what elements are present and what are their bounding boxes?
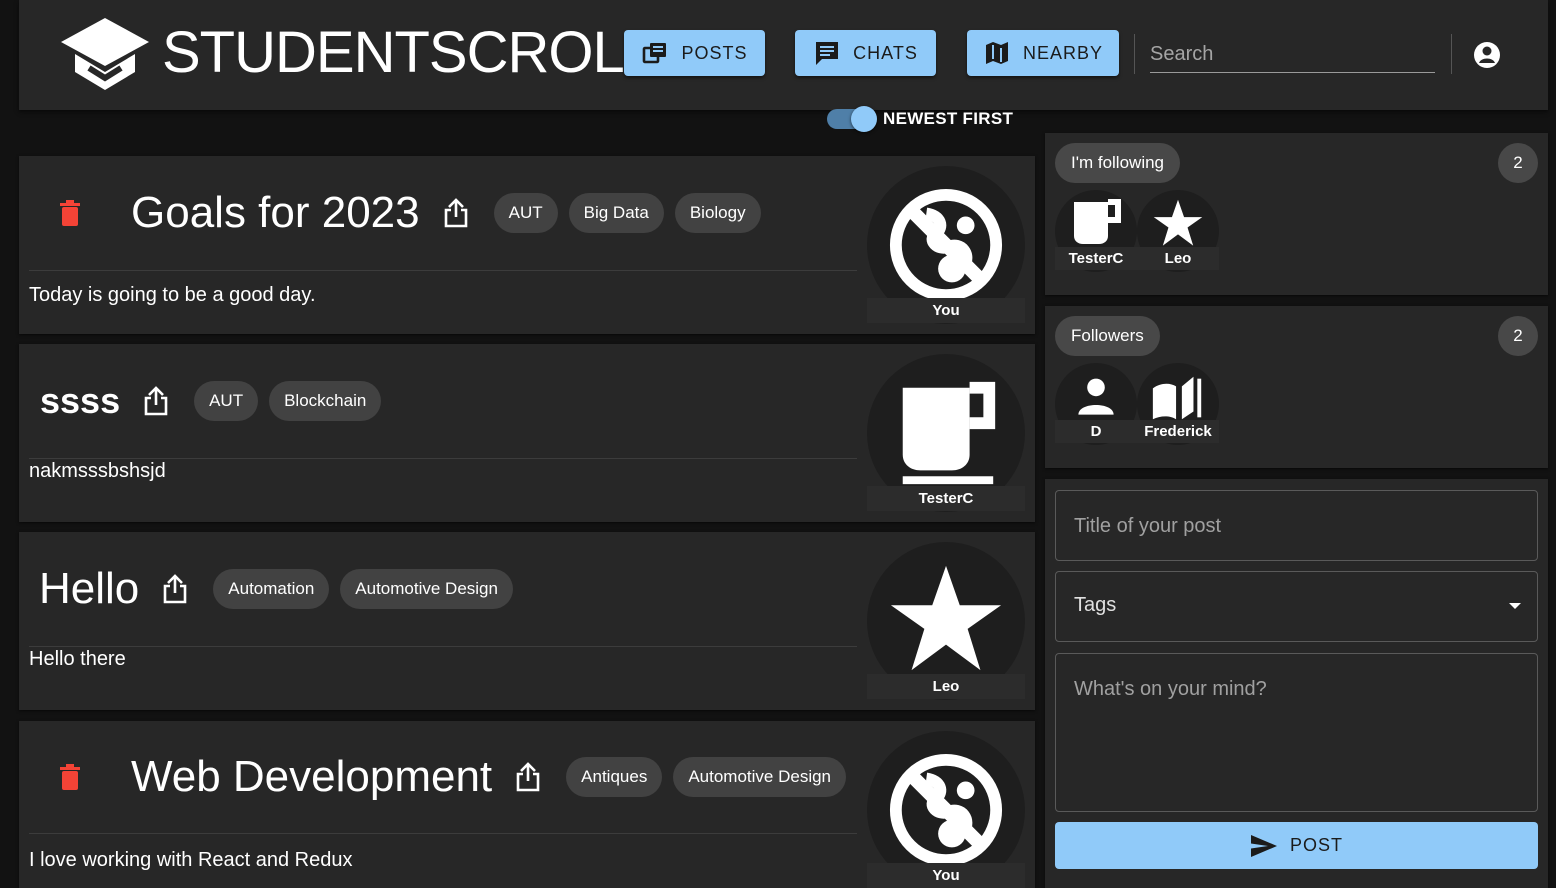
map-icon bbox=[985, 42, 1008, 64]
post-title: Goals for 2023 bbox=[131, 188, 420, 237]
share-icon[interactable] bbox=[142, 386, 170, 416]
toggle-switch[interactable] bbox=[827, 106, 877, 132]
nearby-button[interactable]: NEARBY bbox=[967, 30, 1119, 76]
post-card: Goals for 2023 AUT Big Data Biology Toda… bbox=[19, 156, 1035, 334]
tag-chip[interactable]: Automotive Design bbox=[673, 757, 847, 797]
toggle-thumb bbox=[851, 106, 877, 132]
post-body: Today is going to be a good day. bbox=[29, 284, 316, 306]
delete-icon[interactable] bbox=[59, 200, 81, 226]
graduation-cap-icon bbox=[61, 18, 149, 90]
follower-user[interactable]: Frederick bbox=[1137, 363, 1219, 445]
following-user-name: Leo bbox=[1137, 247, 1219, 270]
globe-off-icon bbox=[889, 188, 1003, 302]
following-user[interactable]: Leo bbox=[1137, 190, 1219, 272]
post-title: Web Development bbox=[131, 752, 493, 801]
title-placeholder: Title of your post bbox=[1074, 515, 1222, 537]
search-input[interactable] bbox=[1150, 36, 1435, 72]
posts-label: POSTS bbox=[681, 42, 748, 63]
divider bbox=[1134, 34, 1135, 74]
posts-button[interactable]: POSTS bbox=[624, 30, 765, 76]
send-icon bbox=[1250, 834, 1277, 857]
dropdown-arrow-icon bbox=[1509, 603, 1521, 609]
post-card: ssss AUT Blockchain nakmsssbshsjd Tester… bbox=[19, 344, 1035, 522]
followers-label: Followers bbox=[1055, 316, 1160, 356]
tags-select[interactable]: Tags bbox=[1055, 571, 1538, 642]
search-field[interactable] bbox=[1150, 36, 1435, 73]
following-user-name: TesterC bbox=[1055, 247, 1137, 270]
author-name: Leo bbox=[867, 674, 1025, 699]
author-name: You bbox=[867, 863, 1025, 888]
author-name: TesterC bbox=[867, 486, 1025, 511]
following-label: I'm following bbox=[1055, 143, 1181, 183]
posts-icon bbox=[643, 43, 667, 64]
post-header: Web Development Antiques Automotive Desi… bbox=[29, 721, 857, 834]
post-header: Goals for 2023 AUT Big Data Biology bbox=[29, 156, 857, 271]
submit-label: POST bbox=[1289, 835, 1343, 855]
coffee-icon bbox=[1074, 199, 1121, 244]
post-body: I love working with React and Redux bbox=[29, 849, 353, 871]
author-avatar[interactable]: TesterC bbox=[867, 354, 1025, 512]
post-card: Web Development Antiques Automotive Desi… bbox=[19, 721, 1035, 888]
chats-button[interactable]: CHATS bbox=[795, 30, 936, 76]
share-icon[interactable] bbox=[442, 198, 470, 228]
follower-user-name: D bbox=[1055, 420, 1137, 443]
tags-label: Tags bbox=[1074, 594, 1117, 616]
account-circle-icon[interactable] bbox=[1472, 40, 1502, 70]
toggle-label: NEWEST FIRST bbox=[883, 109, 1014, 128]
star-icon bbox=[890, 565, 1002, 671]
tag-chip[interactable]: AUT bbox=[194, 381, 259, 421]
app-title[interactable]: STUDENTSCROLL bbox=[162, 20, 656, 86]
tag-chip[interactable]: Biology bbox=[674, 193, 761, 233]
post-title-input[interactable]: Title of your post bbox=[1055, 490, 1538, 561]
post-header: Hello Automation Automotive Design bbox=[29, 532, 857, 647]
coffee-icon bbox=[902, 381, 996, 485]
post-card: Hello Automation Automotive Design Hello… bbox=[19, 532, 1035, 710]
newest-first-toggle[interactable]: NEWEST FIRST bbox=[827, 106, 1014, 132]
post-header: ssss AUT Blockchain bbox=[29, 344, 857, 459]
tag-chip[interactable]: Blockchain bbox=[269, 381, 382, 421]
follower-user-name: Frederick bbox=[1137, 420, 1219, 443]
author-avatar[interactable]: You bbox=[867, 166, 1025, 324]
following-count: 2 bbox=[1498, 143, 1538, 183]
chat-icon bbox=[816, 42, 839, 65]
post-body: Hello there bbox=[29, 648, 126, 670]
delete-icon[interactable] bbox=[59, 764, 81, 790]
tag-chip[interactable]: Automotive Design bbox=[340, 569, 513, 609]
star-icon bbox=[1153, 199, 1203, 246]
following-user[interactable]: TesterC bbox=[1055, 190, 1137, 272]
tag-chip[interactable]: AUT bbox=[493, 193, 558, 233]
body-placeholder: What's on your mind? bbox=[1074, 678, 1267, 700]
following-panel: I'm following 2 TesterC Leo bbox=[1045, 133, 1548, 295]
post-body: nakmsssbshsjd bbox=[29, 460, 166, 482]
followers-count: 2 bbox=[1498, 316, 1538, 356]
chats-label: CHATS bbox=[853, 42, 918, 63]
tag-chip[interactable]: Big Data bbox=[568, 193, 664, 233]
author-name: You bbox=[867, 298, 1025, 323]
post-title: ssss bbox=[40, 380, 121, 421]
tag-chip[interactable]: Antiques bbox=[566, 757, 663, 797]
follower-user[interactable]: D bbox=[1055, 363, 1137, 445]
tag-chip[interactable]: Automation bbox=[213, 569, 330, 609]
post-body-textarea[interactable]: What's on your mind? bbox=[1055, 653, 1538, 812]
app-bar: STUDENTSCROLL POSTS CHATS NEARBY bbox=[19, 0, 1548, 110]
author-avatar[interactable]: Leo bbox=[867, 542, 1025, 700]
divider bbox=[1451, 34, 1452, 74]
share-icon[interactable] bbox=[161, 574, 189, 604]
globe-off-icon bbox=[889, 753, 1003, 867]
person-icon bbox=[1078, 378, 1114, 415]
post-title: Hello bbox=[39, 564, 140, 613]
book-icon bbox=[1152, 376, 1202, 420]
author-avatar[interactable]: You bbox=[867, 731, 1025, 888]
followers-panel: Followers 2 D Frederick bbox=[1045, 306, 1548, 468]
submit-post-button[interactable]: POST bbox=[1055, 822, 1538, 869]
share-icon[interactable] bbox=[514, 762, 542, 792]
nearby-label: NEARBY bbox=[1022, 42, 1104, 63]
